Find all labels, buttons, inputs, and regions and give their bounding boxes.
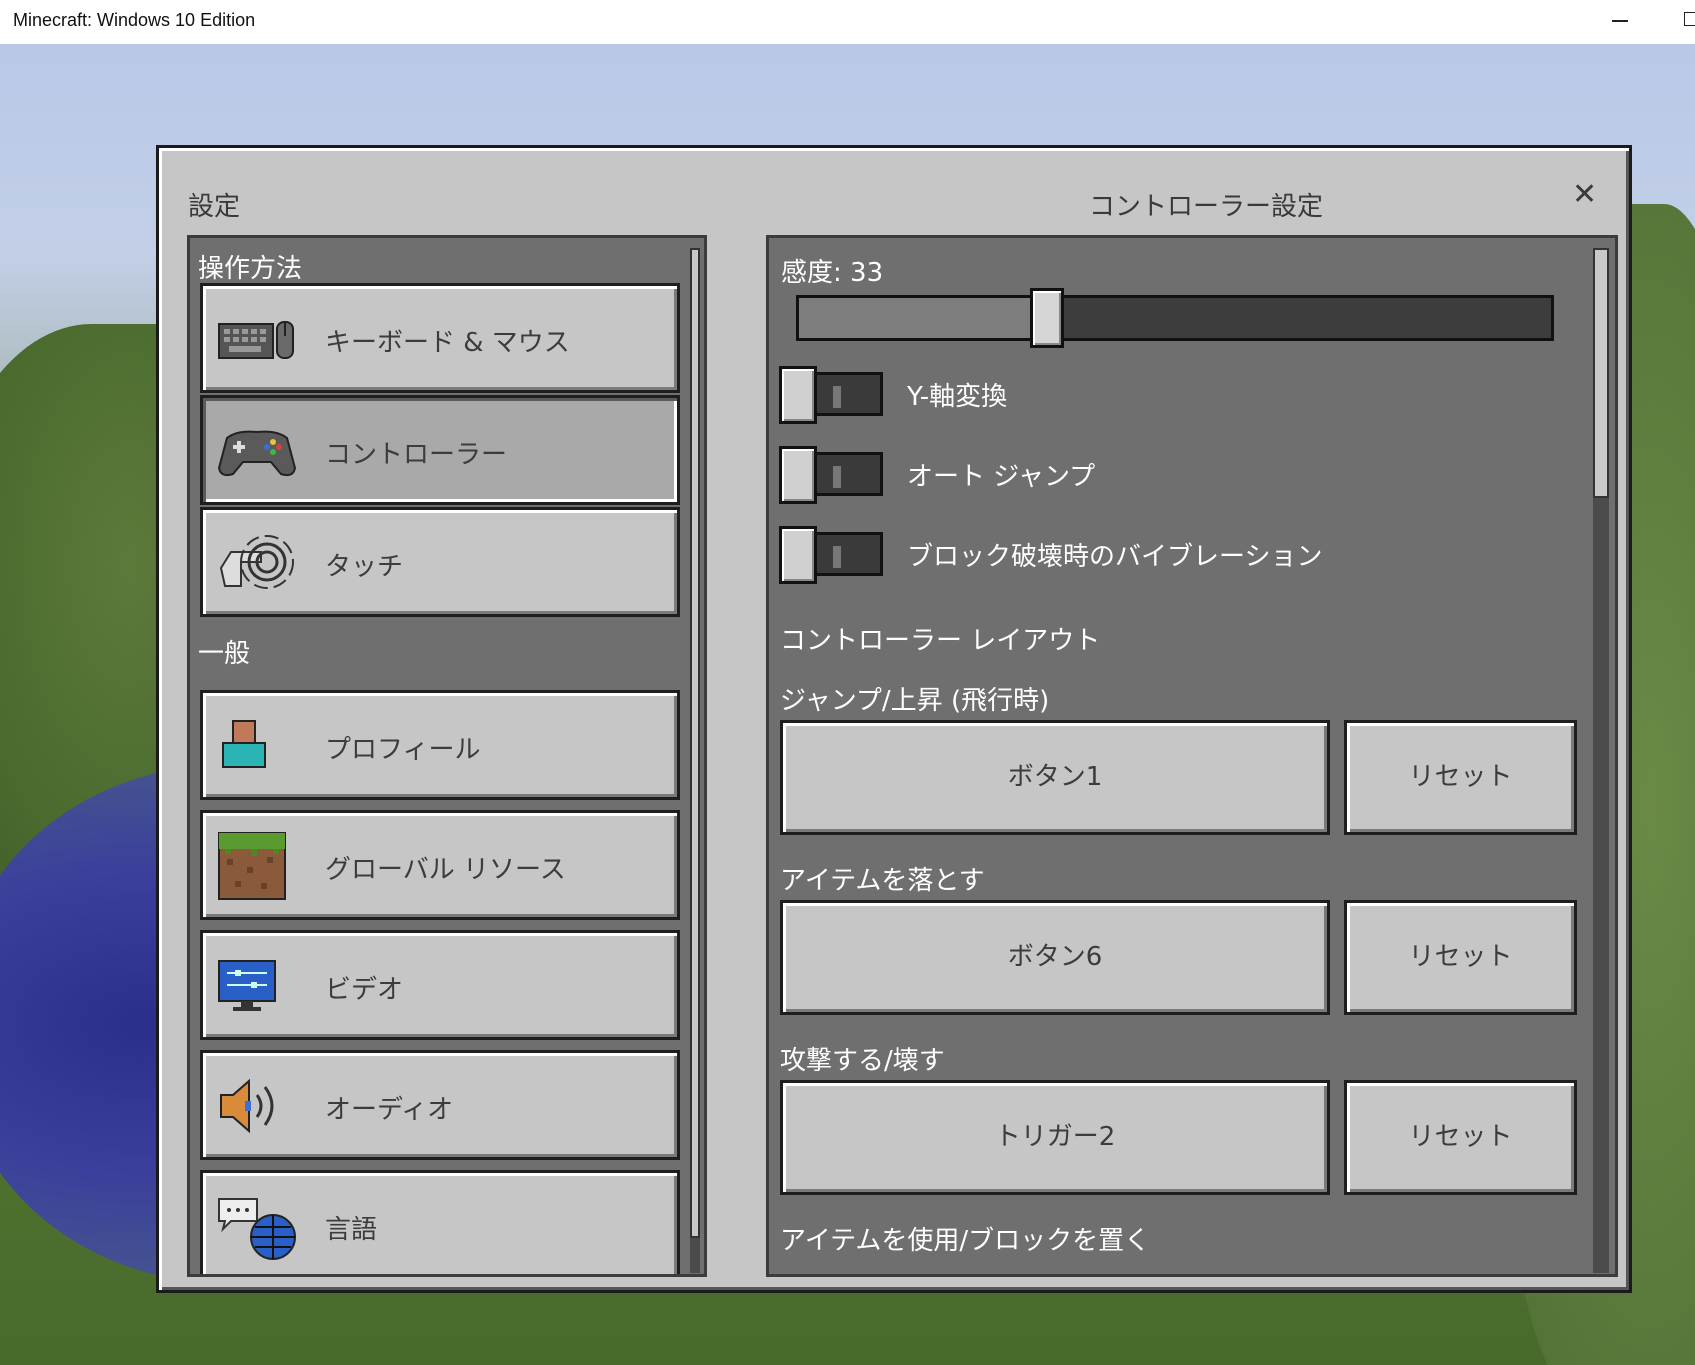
profile-icon [222, 720, 266, 768]
menu-item-touch[interactable]: タッチ [200, 507, 680, 617]
sensitivity-slider-thumb[interactable] [1030, 288, 1064, 348]
window-title-bar: Minecraft: Windows 10 Edition [0, 0, 1695, 45]
binding-action-label: アイテムを使用/ブロックを置く [780, 1226, 1151, 1256]
menu-item-label: グローバル リソース [325, 855, 566, 885]
right-scrollbar-thumb[interactable] [1593, 248, 1609, 498]
sensitivity-label: 感度: 33 [781, 258, 884, 288]
menu-item-video[interactable]: ビデオ [200, 930, 680, 1040]
touch-hand-icon [219, 535, 294, 589]
reset-button-drop-item[interactable]: リセット [1344, 900, 1577, 1015]
menu-item-label: 言語 [325, 1215, 378, 1245]
grass-block-icon [218, 832, 286, 900]
menu-item-label: プロフィール [325, 735, 481, 765]
maximize-button[interactable] [1684, 12, 1695, 26]
menu-item-global-resources[interactable]: グローバル リソース [200, 810, 680, 920]
menu-item-controller[interactable]: コントローラー [200, 395, 680, 505]
menu-item-label: キーボード & マウス [325, 328, 570, 358]
reset-button-jump[interactable]: リセット [1344, 720, 1577, 835]
binding-button-drop-item[interactable]: ボタン6 [780, 900, 1330, 1015]
minimize-button[interactable] [1612, 20, 1628, 22]
settings-dialog: 設定 コントローラー設定 ✕ 操作方法 キーボード & マウス コントローラー … [156, 145, 1632, 1293]
binding-button-attack[interactable]: トリガー2 [780, 1080, 1330, 1195]
window-title: Minecraft: Windows 10 Edition [13, 10, 256, 30]
keyboard-mouse-icon [218, 321, 294, 359]
controller-layout-title: コントローラー レイアウト [780, 626, 1101, 656]
close-icon[interactable]: ✕ [1572, 180, 1597, 210]
menu-item-label: ビデオ [325, 975, 404, 1005]
menu-item-label: タッチ [325, 552, 404, 582]
menu-item-label: オーディオ [325, 1095, 454, 1125]
binding-action-label: 攻撃する/壊す [780, 1046, 945, 1076]
language-globe-icon [218, 1198, 296, 1260]
left-scrollbar-thumb[interactable] [690, 248, 700, 1238]
sensitivity-slider[interactable] [796, 288, 1554, 348]
gamepad-icon [217, 430, 297, 477]
vibration-toggle[interactable] [779, 526, 883, 584]
section-controls-title: 操作方法 [198, 254, 303, 284]
controller-settings-title: コントローラー設定 [1089, 192, 1324, 222]
binding-button-jump[interactable]: ボタン1 [780, 720, 1330, 835]
menu-item-language[interactable]: 言語 [200, 1170, 680, 1274]
menu-item-audio[interactable]: オーディオ [200, 1050, 680, 1160]
auto-jump-label: オート ジャンプ [907, 462, 1096, 492]
sensitivity-slider-fill [799, 298, 1047, 338]
binding-action-label: アイテムを落とす [780, 866, 985, 896]
speaker-icon [220, 1078, 274, 1134]
invert-y-axis-toggle[interactable] [779, 366, 883, 424]
vibration-label: ブロック破壊時のバイブレーション [907, 542, 1323, 572]
menu-item-keyboard-mouse[interactable]: キーボード & マウス [200, 283, 680, 393]
reset-button-attack[interactable]: リセット [1344, 1080, 1577, 1195]
settings-menu: 操作方法 キーボード & マウス コントローラー タッチ 一般 プロフィール グ… [187, 235, 707, 1277]
auto-jump-toggle[interactable] [779, 446, 883, 504]
binding-action-label: ジャンプ/上昇 (飛行時) [780, 686, 1050, 716]
menu-item-label: コントローラー [325, 440, 508, 470]
invert-y-axis-label: Y-軸変換 [907, 382, 1008, 412]
controller-settings-panel: 感度: 33 Y-軸変換 オート ジャンプ ブロック破壊時のバイブレーション コ… [766, 235, 1618, 1277]
section-general-title: 一般 [198, 639, 251, 669]
settings-title: 設定 [188, 192, 241, 222]
menu-item-profile[interactable]: プロフィール [200, 690, 680, 800]
monitor-icon [218, 960, 276, 1011]
